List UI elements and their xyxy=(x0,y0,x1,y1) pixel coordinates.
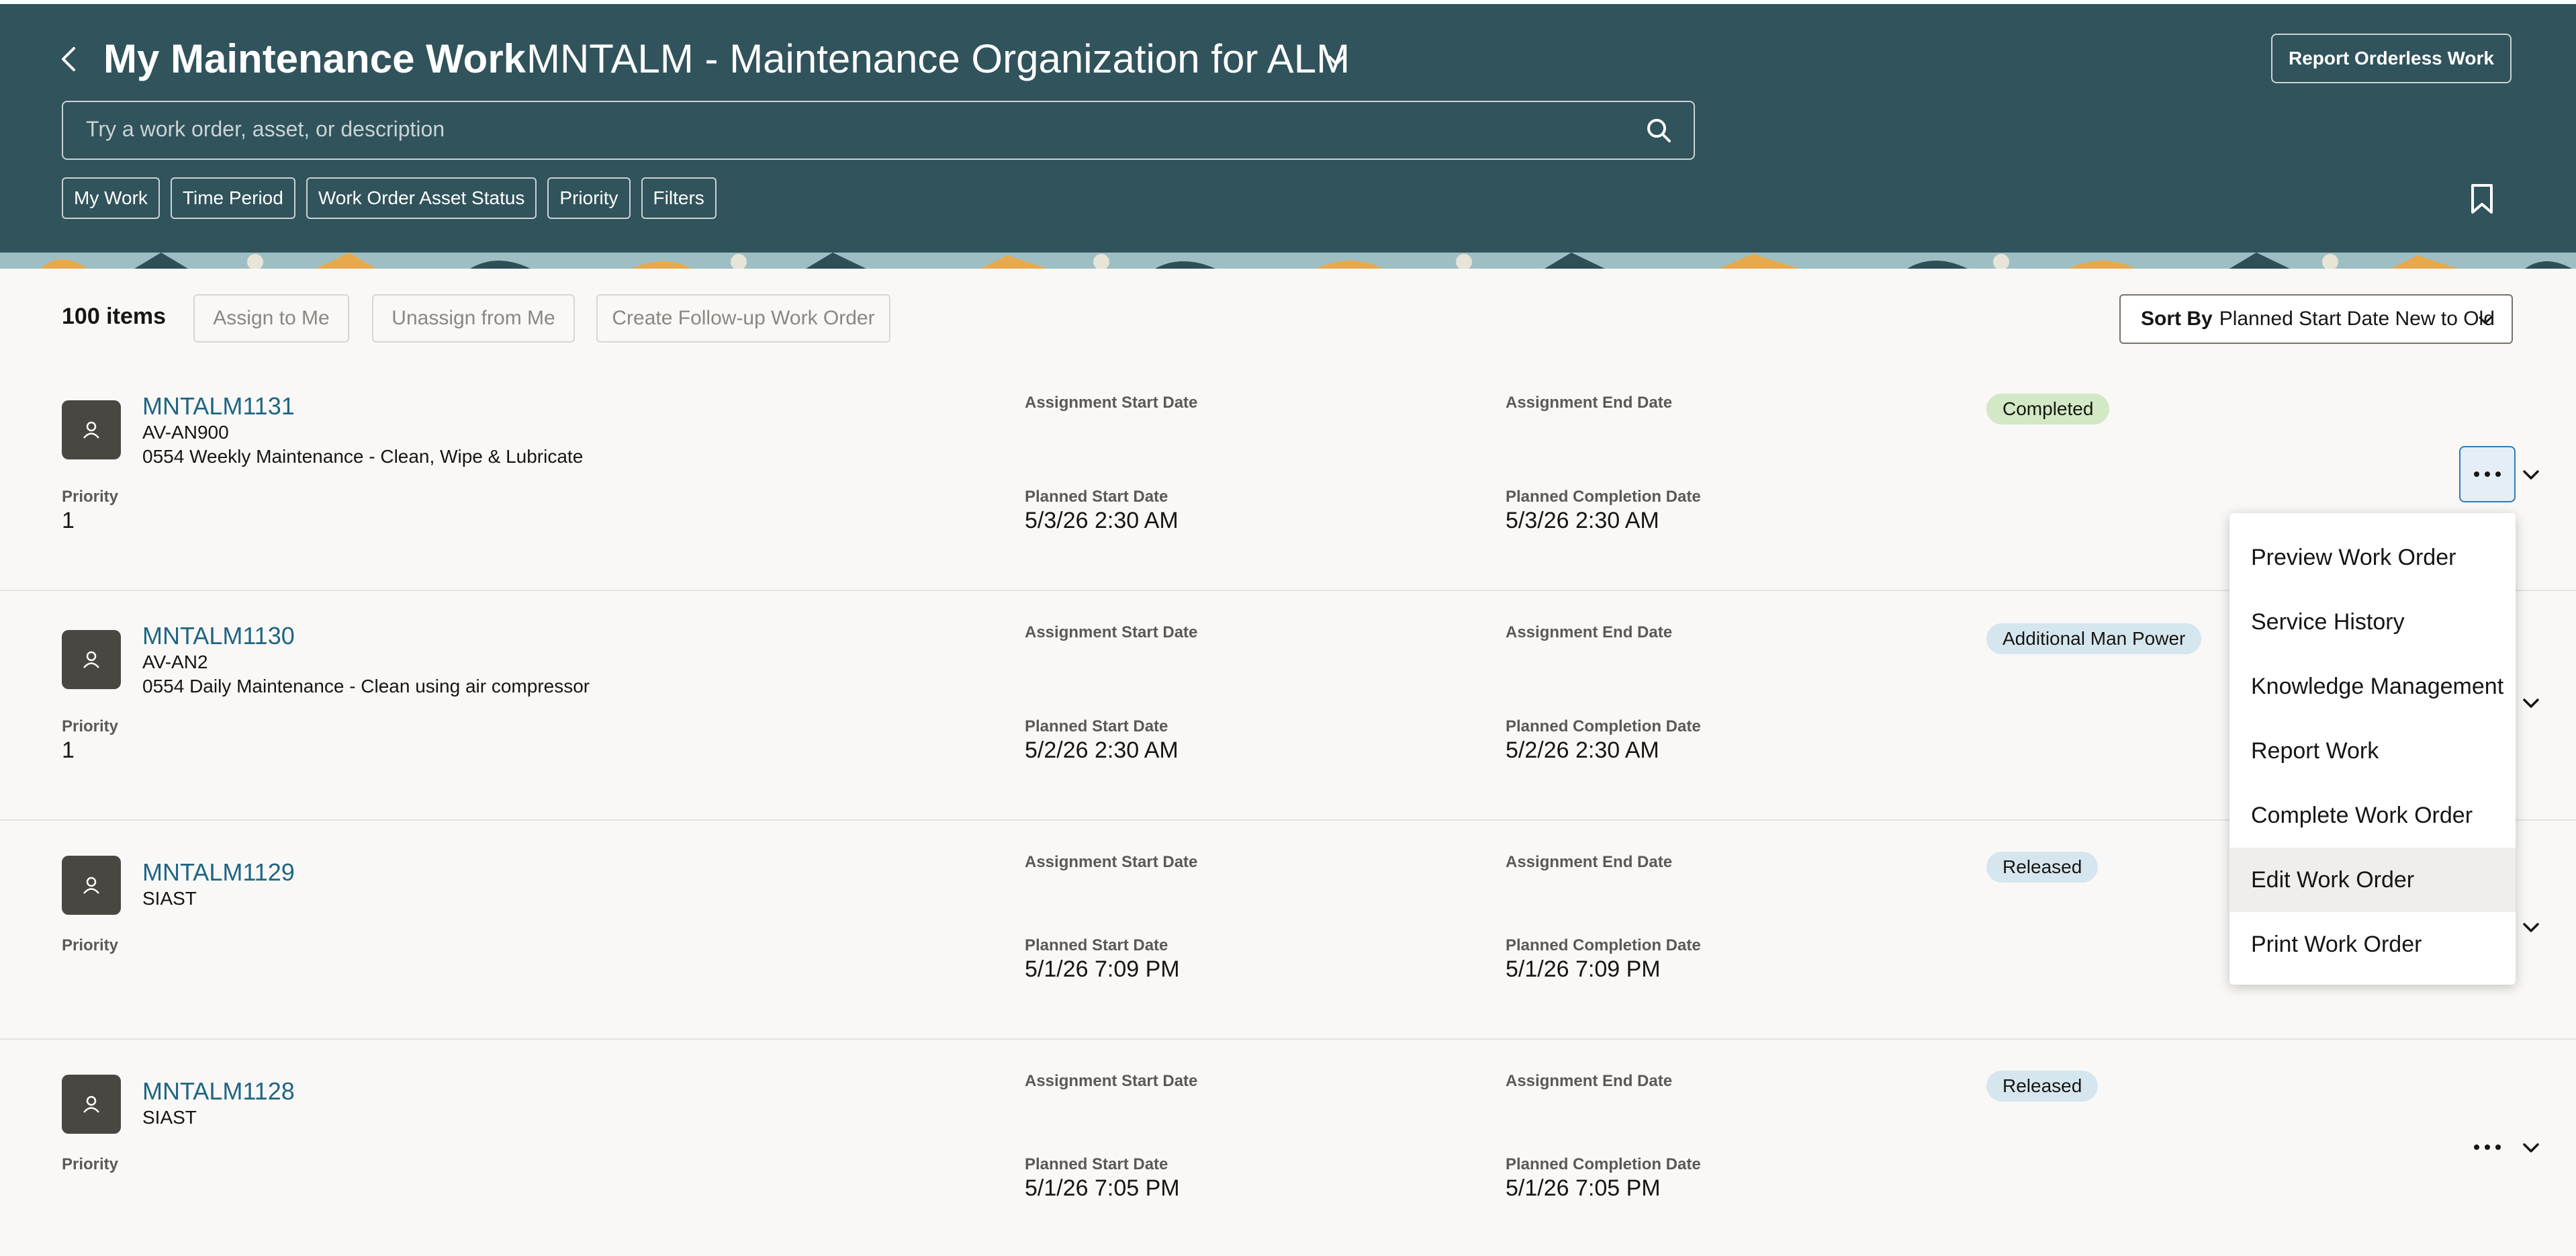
planned-completion-value: 5/1/26 7:09 PM xyxy=(1506,956,1661,982)
planned-start-label: Planned Start Date xyxy=(1025,1155,1168,1173)
more-actions-button[interactable] xyxy=(2459,446,2516,502)
assignment-end-label: Assignment End Date xyxy=(1506,394,1673,412)
sort-by-value: Planned Start Date New to Old xyxy=(2219,308,2495,330)
sort-by-select[interactable]: Sort By Planned Start Date New to Old xyxy=(2119,294,2513,344)
planned-completion-value: 5/1/26 7:05 PM xyxy=(1506,1175,1661,1201)
work-order-row[interactable]: MNTALM1128 SIAST Priority Assignment Sta… xyxy=(0,1040,2576,1256)
priority-value: 1 xyxy=(62,508,75,533)
planned-start-label: Planned Start Date xyxy=(1025,936,1168,954)
menu-item-complete-work-order[interactable]: Complete Work Order xyxy=(2229,783,2516,848)
planned-completion-value: 5/3/26 2:30 AM xyxy=(1506,508,1659,533)
chevron-down-icon[interactable] xyxy=(2520,463,2542,486)
avatar xyxy=(62,1075,121,1134)
work-order-description: 0554 Weekly Maintenance - Clean, Wipe & … xyxy=(142,446,584,467)
work-order-description: 0554 Daily Maintenance - Clean using air… xyxy=(142,676,590,697)
filter-asset-status[interactable]: Work Order Asset Status xyxy=(306,177,537,219)
assignment-start-label: Assignment Start Date xyxy=(1025,394,1198,412)
filter-my-work[interactable]: My Work xyxy=(62,177,160,219)
planned-start-value: 5/2/26 2:30 AM xyxy=(1025,737,1179,763)
work-order-link[interactable]: MNTALM1129 xyxy=(142,858,295,887)
asset-number: AV-AN2 xyxy=(142,652,208,672)
assignment-end-label: Assignment End Date xyxy=(1506,853,1673,871)
menu-item-service-history[interactable]: Service History xyxy=(2229,590,2516,654)
filter-priority[interactable]: Priority xyxy=(547,177,631,219)
planned-start-value: 5/1/26 7:09 PM xyxy=(1025,956,1180,982)
unassign-from-me-button[interactable]: Unassign from Me xyxy=(372,294,575,343)
avatar xyxy=(62,856,121,915)
create-followup-button[interactable]: Create Follow-up Work Order xyxy=(596,294,890,343)
work-order-row[interactable]: MNTALM1129 SIAST Priority Assignment Sta… xyxy=(0,821,2576,1040)
items-count: 100 items xyxy=(62,304,166,329)
person-icon xyxy=(83,877,99,894)
menu-item-preview-work-order[interactable]: Preview Work Order xyxy=(2229,525,2516,590)
person-icon xyxy=(83,651,99,668)
planned-completion-label: Planned Completion Date xyxy=(1506,488,1701,506)
assignment-start-label: Assignment Start Date xyxy=(1025,853,1198,871)
planned-completion-value: 5/2/26 2:30 AM xyxy=(1506,737,1659,763)
priority-label: Priority xyxy=(62,717,119,735)
chevron-left-icon xyxy=(62,47,75,71)
planned-completion-label: Planned Completion Date xyxy=(1506,1155,1701,1173)
report-orderless-work-button[interactable]: Report Orderless Work xyxy=(2271,34,2512,83)
assign-to-me-button[interactable]: Assign to Me xyxy=(193,294,349,343)
priority-label: Priority xyxy=(62,936,119,954)
filter-filters[interactable]: Filters xyxy=(641,177,717,219)
chevron-down-icon[interactable] xyxy=(1324,48,1348,73)
status-badge: Released xyxy=(1986,1071,2099,1102)
menu-item-edit-work-order[interactable]: Edit Work Order xyxy=(2229,848,2516,912)
chevron-down-icon[interactable] xyxy=(2520,916,2542,939)
person-icon xyxy=(83,1095,99,1113)
planned-start-value: 5/1/26 7:05 PM xyxy=(1025,1175,1180,1201)
search-placeholder: Try a work order, asset, or description xyxy=(86,117,445,141)
person-icon xyxy=(83,421,99,439)
asset-number: AV-AN900 xyxy=(142,422,229,443)
menu-item-print-work-order[interactable]: Print Work Order xyxy=(2229,912,2516,977)
search-icon[interactable] xyxy=(1644,116,1673,145)
assignment-end-label: Assignment End Date xyxy=(1506,623,1673,641)
chevron-down-icon[interactable] xyxy=(2520,692,2542,715)
planned-start-label: Planned Start Date xyxy=(1025,717,1168,735)
asset-number: SIAST xyxy=(142,1107,197,1128)
work-order-row[interactable]: MNTALM1130 AV-AN2 0554 Daily Maintenance… xyxy=(0,591,2576,821)
chevron-down-icon xyxy=(2479,316,2492,324)
menu-item-report-work[interactable]: Report Work xyxy=(2229,719,2516,783)
status-badge: Additional Man Power xyxy=(1986,623,2202,654)
status-badge: Completed xyxy=(1986,394,2110,424)
more-horizontal-icon xyxy=(2474,1145,2501,1150)
menu-item-knowledge-management[interactable]: Knowledge Management xyxy=(2229,654,2516,719)
page-title: My Maintenance Work xyxy=(103,36,526,81)
back-button[interactable] xyxy=(52,40,85,78)
status-badge: Released xyxy=(1986,852,2099,883)
planned-completion-label: Planned Completion Date xyxy=(1506,936,1701,954)
chevron-down-icon[interactable] xyxy=(2520,1136,2542,1159)
filter-time-period[interactable]: Time Period xyxy=(170,177,295,219)
asset-number: SIAST xyxy=(142,888,197,909)
planned-start-value: 5/3/26 2:30 AM xyxy=(1025,508,1179,533)
assignment-start-label: Assignment Start Date xyxy=(1025,1072,1198,1090)
bookmark-icon[interactable] xyxy=(2469,183,2495,216)
priority-label: Priority xyxy=(62,488,119,506)
avatar xyxy=(62,400,121,459)
search-input[interactable]: Try a work order, asset, or description xyxy=(62,101,1695,160)
actions-menu: Preview Work Order Service History Knowl… xyxy=(2229,513,2516,985)
filter-chips: My Work Time Period Work Order Asset Sta… xyxy=(62,177,717,219)
more-horizontal-icon xyxy=(2474,472,2501,477)
work-order-link[interactable]: MNTALM1131 xyxy=(142,392,295,420)
work-order-link[interactable]: MNTALM1130 xyxy=(142,622,295,650)
work-order-row[interactable]: MNTALM1131 AV-AN900 0554 Weekly Maintena… xyxy=(0,376,2576,591)
planned-start-label: Planned Start Date xyxy=(1025,488,1168,506)
page-header: My Maintenance Work MNTALM - Maintenance… xyxy=(0,4,2576,253)
priority-label: Priority xyxy=(62,1155,119,1173)
assignment-start-label: Assignment Start Date xyxy=(1025,623,1198,641)
planned-completion-label: Planned Completion Date xyxy=(1506,717,1701,735)
more-actions-button[interactable] xyxy=(2459,1119,2516,1175)
priority-value: 1 xyxy=(62,737,75,763)
organization-selector[interactable]: MNTALM - Maintenance Organization for AL… xyxy=(526,35,1350,83)
assignment-end-label: Assignment End Date xyxy=(1506,1072,1673,1090)
work-order-link[interactable]: MNTALM1128 xyxy=(142,1077,295,1106)
avatar xyxy=(62,630,121,689)
decorative-banner xyxy=(0,253,2576,269)
sort-by-label: Sort By xyxy=(2141,308,2213,330)
